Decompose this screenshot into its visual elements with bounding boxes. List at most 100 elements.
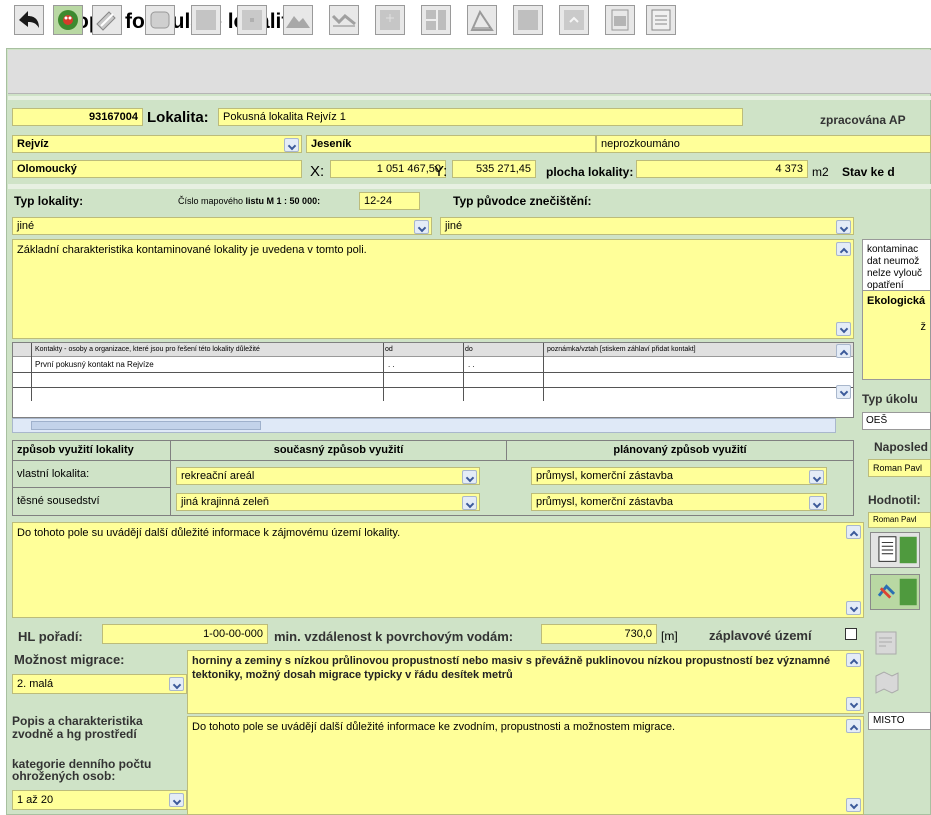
contacts-grid-header[interactable]: Kontakty - osoby a organizace, které jso…: [13, 343, 853, 357]
table-row[interactable]: [13, 373, 853, 388]
contact-do-cell[interactable]: . .: [468, 358, 475, 372]
typ-puvodce-select[interactable]: jiné: [440, 217, 854, 235]
layout-icon[interactable]: [421, 5, 451, 35]
typ-puvodce-value: jiné: [445, 220, 463, 232]
contact-name-cell[interactable]: První pokusný kontakt na Rejvíze: [35, 358, 154, 372]
migrace-textarea[interactable]: horniny a zeminy s nízkou průlinovou pro…: [187, 650, 864, 714]
chevron-down-icon[interactable]: [809, 470, 824, 484]
naposled-field[interactable]: Roman Pavl: [868, 459, 931, 477]
naposled-label: Naposled: [874, 440, 929, 454]
locality-id-field[interactable]: 93167004: [12, 108, 143, 126]
planned-usage-neighbour-select[interactable]: průmysl, komerční zástavba: [531, 493, 827, 511]
chevron-down-icon[interactable]: [169, 793, 184, 807]
migrace-select[interactable]: 2. malá: [12, 674, 187, 694]
vzdalenost-label: min. vzdálenost k povrchovým vodám:: [274, 629, 514, 644]
map-sheet-field[interactable]: 12-24: [359, 192, 420, 210]
shape-icon[interactable]: [145, 5, 175, 35]
chevron-down-icon[interactable]: [462, 470, 477, 484]
usage-header-label: způsob využití lokality: [13, 441, 171, 461]
chevron-down-icon[interactable]: [284, 138, 299, 152]
locality-name-field[interactable]: Pokusná lokalita Rejvíz 1: [218, 108, 743, 126]
chevron-down-icon[interactable]: [462, 496, 477, 510]
kategorie-value: 1 až 20: [17, 794, 54, 806]
lokalita-label: Lokalita:: [147, 109, 209, 126]
contacts-header-od[interactable]: od: [385, 343, 393, 356]
back-arrow-icon[interactable]: [14, 5, 44, 35]
contact-od-cell[interactable]: . .: [388, 358, 395, 372]
contacts-header-name[interactable]: Kontakty - osoby a organizace, které jso…: [35, 343, 260, 356]
scroll-down-icon[interactable]: [846, 798, 861, 812]
x-label: X:: [310, 163, 325, 180]
chevron-down-icon[interactable]: [414, 220, 429, 234]
plocha-label: plocha lokality:: [546, 165, 634, 179]
document-icon[interactable]: [605, 5, 635, 35]
table-icon[interactable]: [646, 5, 676, 35]
toolbar: [8, 50, 931, 94]
hodnotil-field[interactable]: Roman Pavl: [868, 512, 931, 528]
edit-document-icon[interactable]: [92, 5, 122, 35]
kategorie-select[interactable]: 1 až 20: [12, 790, 187, 810]
map-icon[interactable]: [53, 5, 83, 35]
chart-icon[interactable]: [467, 5, 497, 35]
stav-ke-label: Stav ke d: [842, 165, 895, 179]
current-usage-neighbour-select[interactable]: jiná krajinná zeleň: [176, 493, 480, 511]
typ-ukolu-field[interactable]: OEŠ: [862, 412, 931, 430]
migrace-value: 2. malá: [17, 678, 54, 690]
chevron-icon[interactable]: [559, 5, 589, 35]
contacts-header-do[interactable]: do: [465, 343, 473, 356]
scroll-up-icon[interactable]: [846, 525, 861, 539]
other-info-text: Do tohoto pole su uvádějí další důležité…: [17, 527, 401, 539]
zaplavove-checkbox[interactable]: [845, 628, 857, 640]
scroll-down-icon[interactable]: [836, 322, 851, 336]
current-usage-select[interactable]: rekreační areál: [176, 467, 480, 485]
kraj-field[interactable]: Olomoucký: [12, 160, 302, 178]
zvodne-label: Popis a charakteristika zvodně a hg pros…: [12, 714, 143, 741]
chevron-down-icon[interactable]: [809, 496, 824, 510]
ekologicka-label: Ekologická: [867, 295, 926, 307]
other-info-textarea[interactable]: Do tohoto pole su uvádějí další důležité…: [12, 522, 864, 618]
scroll-up-icon[interactable]: [846, 719, 861, 733]
obec-select[interactable]: Rejvíz: [12, 135, 302, 153]
kategorie-label: kategorie denního počtu ohrožených osob:: [12, 757, 152, 783]
blank-icon[interactable]: [237, 5, 267, 35]
misto-field[interactable]: MISTO: [868, 712, 931, 730]
chevron-down-icon[interactable]: [836, 220, 851, 234]
planned-usage-value: průmysl, komerční zástavba: [536, 470, 673, 482]
edit-shapes-icon[interactable]: [870, 574, 920, 610]
table-row[interactable]: První pokusný kontakt na Rejvíze . . . .: [13, 358, 853, 373]
water-icon[interactable]: [329, 5, 359, 35]
contacts-header-note[interactable]: poznámka/vztah [stiskem záhlaví přidat k…: [547, 343, 696, 356]
list-document-icon[interactable]: [870, 532, 920, 568]
separator: [8, 96, 931, 100]
scroll-up-icon[interactable]: [846, 653, 861, 667]
typ-lokality-select[interactable]: jiné: [12, 217, 432, 235]
square-icon[interactable]: [191, 5, 221, 35]
contacts-horizontal-scrollbar[interactable]: [12, 418, 836, 433]
zvodne-textarea[interactable]: Do tohoto pole se uvádějí další důležité…: [187, 716, 864, 815]
area-field[interactable]: 4 373: [636, 160, 808, 178]
planned-usage-select[interactable]: průmysl, komerční zástavba: [531, 467, 827, 485]
terrain-icon[interactable]: [283, 5, 313, 35]
chevron-down-icon[interactable]: [169, 677, 184, 691]
grid-icon[interactable]: [375, 5, 405, 35]
usage-current-header: současný způsob využití: [171, 441, 507, 461]
scroll-down-icon[interactable]: [846, 697, 861, 711]
y-label: Y:: [434, 163, 448, 180]
scrollbar-thumb[interactable]: [31, 421, 261, 430]
report-icon[interactable]: [872, 628, 902, 658]
hl-poradi-field[interactable]: 1-00-00-000: [102, 624, 268, 644]
scroll-down-icon[interactable]: [846, 601, 861, 615]
scroll-down-icon[interactable]: [836, 385, 851, 399]
map-print-icon[interactable]: [872, 668, 902, 698]
scroll-up-icon[interactable]: [836, 344, 851, 358]
table-row[interactable]: [13, 388, 853, 403]
gray-square-icon[interactable]: [513, 5, 543, 35]
okres-field[interactable]: Jeseník: [306, 135, 596, 153]
survey-state-field[interactable]: neprozkoumáno: [596, 135, 931, 153]
vzdalenost-field[interactable]: 730,0: [541, 624, 657, 644]
y-coordinate-field[interactable]: 535 271,45: [452, 160, 536, 178]
scroll-up-icon[interactable]: [836, 242, 851, 256]
x-coordinate-field[interactable]: 1 051 467,50: [330, 160, 446, 178]
characteristics-textarea[interactable]: Základní charakteristika kontaminované l…: [12, 239, 854, 339]
zaplavove-label: záplavové území: [709, 628, 812, 643]
